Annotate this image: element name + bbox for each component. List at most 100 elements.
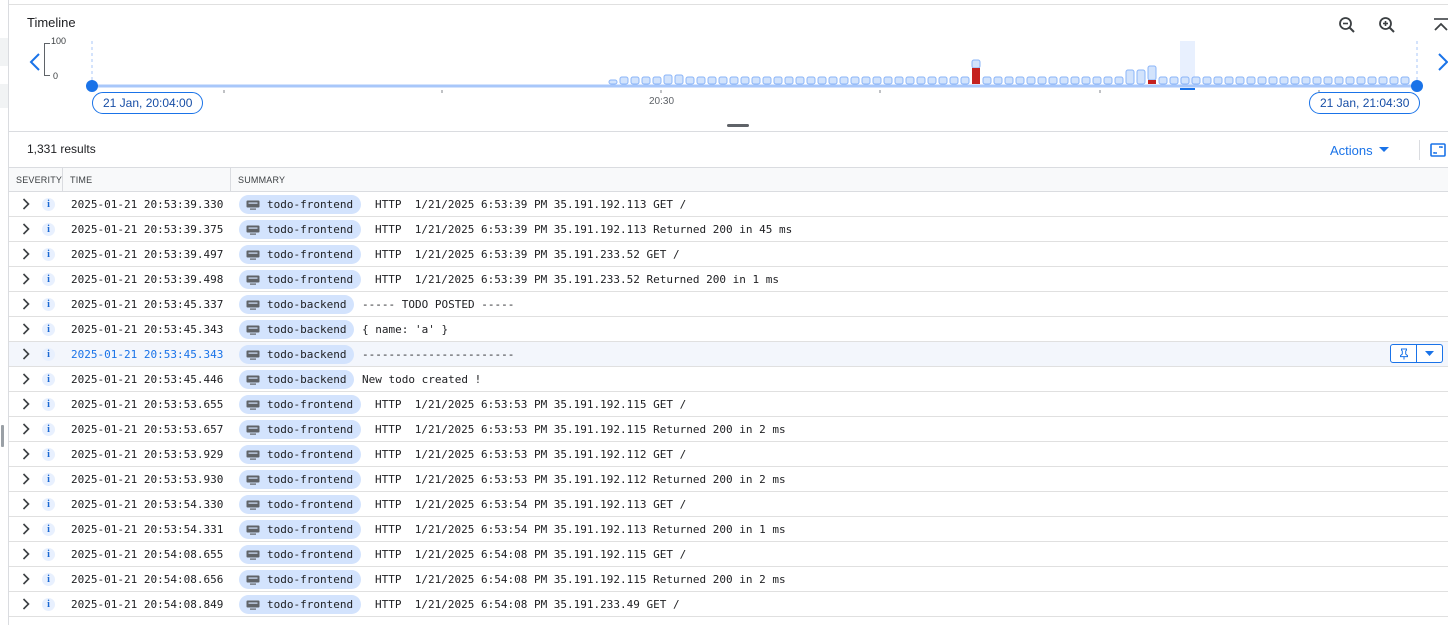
log-row[interactable]: i 2025-01-21 20:53:45.446 todo-backend N… bbox=[9, 367, 1448, 392]
range-end-handle[interactable] bbox=[1411, 80, 1423, 92]
histogram-bar[interactable] bbox=[674, 74, 684, 85]
service-chip[interactable]: todo-frontend bbox=[239, 395, 362, 414]
expand-row-button[interactable] bbox=[19, 222, 33, 236]
actions-button[interactable]: Actions bbox=[1322, 138, 1397, 162]
histogram-bar[interactable] bbox=[850, 76, 860, 85]
histogram-bar[interactable] bbox=[828, 76, 838, 85]
histogram-bar[interactable] bbox=[1048, 76, 1058, 85]
column-header-severity[interactable]: SEVERITY bbox=[9, 168, 63, 191]
histogram-bar[interactable] bbox=[762, 76, 772, 85]
column-header-time[interactable]: TIME bbox=[63, 168, 231, 191]
histogram-bar[interactable] bbox=[1345, 76, 1355, 85]
log-row[interactable]: i 2025-01-21 20:53:39.375 todo-frontend … bbox=[9, 217, 1448, 242]
log-row[interactable]: i 2025-01-21 20:53:39.330 todo-frontend … bbox=[9, 192, 1448, 217]
timeline-prev-button[interactable] bbox=[25, 51, 45, 73]
service-chip[interactable]: todo-frontend bbox=[239, 195, 362, 214]
expand-row-button[interactable] bbox=[19, 372, 33, 386]
histogram-bar[interactable] bbox=[1257, 76, 1267, 85]
histogram-bar[interactable] bbox=[1015, 76, 1025, 85]
histogram-bar[interactable] bbox=[938, 76, 948, 85]
expand-row-button[interactable] bbox=[19, 272, 33, 286]
histogram-bar[interactable] bbox=[927, 76, 937, 85]
log-row[interactable]: i 2025-01-21 20:54:08.656 todo-frontend … bbox=[9, 567, 1448, 592]
histogram-bar[interactable] bbox=[773, 76, 783, 85]
service-chip[interactable]: todo-frontend bbox=[239, 470, 362, 489]
service-chip[interactable]: todo-backend bbox=[239, 320, 355, 339]
histogram-bar[interactable] bbox=[1202, 76, 1212, 85]
service-chip[interactable]: todo-frontend bbox=[239, 270, 362, 289]
range-start-handle[interactable] bbox=[86, 80, 98, 92]
service-chip[interactable]: todo-backend bbox=[239, 295, 355, 314]
histogram-bar[interactable] bbox=[641, 76, 651, 85]
histogram-bar[interactable] bbox=[949, 76, 959, 85]
collapse-timeline-button[interactable] bbox=[1433, 13, 1448, 37]
histogram-error-bar[interactable] bbox=[1148, 80, 1156, 84]
service-chip[interactable]: todo-frontend bbox=[239, 245, 362, 264]
histogram-bar[interactable] bbox=[1378, 76, 1388, 85]
histogram-bar[interactable] bbox=[1224, 76, 1234, 85]
histogram-bar[interactable] bbox=[1312, 76, 1322, 85]
service-chip[interactable]: todo-frontend bbox=[239, 570, 362, 589]
timeline-histogram[interactable] bbox=[84, 37, 1424, 99]
service-chip[interactable]: todo-frontend bbox=[239, 495, 362, 514]
expand-row-button[interactable] bbox=[19, 522, 33, 536]
log-row[interactable]: i 2025-01-21 20:53:45.343 todo-backend {… bbox=[9, 317, 1448, 342]
histogram-bar[interactable] bbox=[630, 76, 640, 85]
histogram-bar[interactable] bbox=[1301, 76, 1311, 85]
histogram-bar[interactable] bbox=[1070, 76, 1080, 85]
histogram-bar[interactable] bbox=[1004, 76, 1014, 85]
expand-row-button[interactable] bbox=[19, 572, 33, 586]
expand-row-button[interactable] bbox=[19, 347, 33, 361]
histogram-error-bar[interactable] bbox=[972, 68, 980, 84]
service-chip[interactable]: todo-backend bbox=[239, 345, 355, 364]
histogram-bar[interactable] bbox=[1059, 76, 1069, 85]
histogram-bar[interactable] bbox=[1356, 76, 1366, 85]
log-row[interactable]: i 2025-01-21 20:54:08.849 todo-frontend … bbox=[9, 592, 1448, 617]
expand-row-button[interactable] bbox=[19, 497, 33, 511]
histogram-bar[interactable] bbox=[971, 59, 981, 69]
histogram-bar[interactable] bbox=[1367, 76, 1377, 85]
histogram-bar[interactable] bbox=[817, 76, 827, 85]
histogram-bar[interactable] bbox=[619, 76, 629, 85]
histogram-bar[interactable] bbox=[1290, 76, 1300, 85]
log-row[interactable]: i 2025-01-21 20:53:45.343 todo-backend -… bbox=[9, 342, 1448, 367]
expand-row-button[interactable] bbox=[19, 297, 33, 311]
start-time-pill[interactable]: 21 Jan, 20:04:00 bbox=[92, 92, 204, 114]
service-chip[interactable]: todo-backend bbox=[239, 370, 355, 389]
histogram-bar[interactable] bbox=[1191, 76, 1201, 85]
expand-row-button[interactable] bbox=[19, 397, 33, 411]
zoom-in-button[interactable] bbox=[1375, 13, 1399, 37]
histogram-bar[interactable] bbox=[872, 76, 882, 85]
histogram-bar[interactable] bbox=[1213, 76, 1223, 85]
row-menu-button[interactable] bbox=[1417, 344, 1443, 363]
service-chip[interactable]: todo-frontend bbox=[239, 520, 362, 539]
histogram-bar[interactable] bbox=[1103, 76, 1113, 85]
histogram-bar[interactable] bbox=[1026, 76, 1036, 85]
histogram-bar[interactable] bbox=[685, 76, 695, 85]
histogram-bar[interactable] bbox=[1246, 76, 1256, 85]
service-chip[interactable]: todo-frontend bbox=[239, 595, 362, 614]
log-row[interactable]: i 2025-01-21 20:53:39.498 todo-frontend … bbox=[9, 267, 1448, 292]
zoom-out-button[interactable] bbox=[1335, 13, 1359, 37]
histogram-bar[interactable] bbox=[1092, 76, 1102, 85]
expand-row-button[interactable] bbox=[19, 597, 33, 611]
histogram-bar[interactable] bbox=[1158, 76, 1168, 85]
histogram-bar[interactable] bbox=[707, 76, 717, 85]
expand-row-button[interactable] bbox=[19, 247, 33, 261]
histogram-bar[interactable] bbox=[1114, 76, 1124, 85]
fullscreen-button[interactable] bbox=[1428, 140, 1448, 160]
log-row[interactable]: i 2025-01-21 20:53:53.657 todo-frontend … bbox=[9, 417, 1448, 442]
histogram-bar[interactable] bbox=[982, 76, 992, 85]
service-chip[interactable]: todo-frontend bbox=[239, 545, 362, 564]
timeline-resize-handle[interactable] bbox=[727, 124, 749, 127]
service-chip[interactable]: todo-frontend bbox=[239, 445, 362, 464]
histogram-bar[interactable] bbox=[1279, 76, 1289, 85]
column-header-summary[interactable]: SUMMARY bbox=[231, 168, 1448, 191]
log-row[interactable]: i 2025-01-21 20:53:39.497 todo-frontend … bbox=[9, 242, 1448, 267]
log-row[interactable]: i 2025-01-21 20:53:53.929 todo-frontend … bbox=[9, 442, 1448, 467]
histogram-bar[interactable] bbox=[1037, 76, 1047, 85]
expand-row-button[interactable] bbox=[19, 422, 33, 436]
log-row[interactable]: i 2025-01-21 20:53:53.930 todo-frontend … bbox=[9, 467, 1448, 492]
histogram-bar[interactable] bbox=[784, 76, 794, 85]
expand-row-button[interactable] bbox=[19, 322, 33, 336]
